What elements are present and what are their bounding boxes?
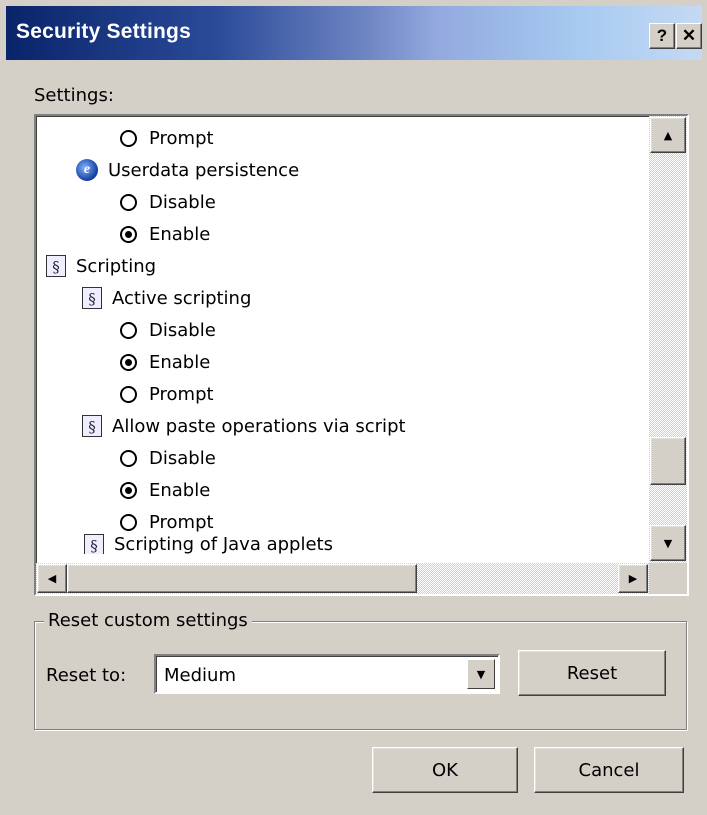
category-label: Scripting [76, 255, 157, 277]
reset-level-select[interactable]: Medium ▼ [154, 654, 500, 694]
script-icon: § [82, 415, 102, 437]
scroll-right-button[interactable]: ▶ [618, 564, 648, 593]
up-arrow-icon: ▲ [663, 128, 673, 142]
reset-to-label: Reset to: [46, 665, 127, 686]
radio-label: Enable [149, 223, 211, 245]
radio-label: Prompt [149, 511, 214, 533]
setting-item: § Scripting of Java applets [84, 534, 333, 554]
radio-icon [120, 193, 137, 211]
horizontal-scroll-thumb[interactable] [67, 564, 417, 593]
radio-option[interactable]: Enable [120, 347, 210, 377]
radio-label: Disable [149, 191, 216, 213]
setting-label: Allow paste operations via script [112, 415, 406, 437]
dropdown-button[interactable]: ▼ [467, 659, 495, 689]
radio-option[interactable]: Enable [120, 219, 210, 249]
radio-label: Prompt [149, 383, 214, 405]
setting-item: § Active scripting [82, 283, 251, 313]
scroll-up-button[interactable]: ▲ [650, 117, 686, 153]
radio-option[interactable]: Prompt [120, 123, 214, 153]
setting-label: Userdata persistence [108, 159, 300, 181]
radio-option[interactable]: Prompt [120, 379, 214, 409]
radio-label: Disable [149, 319, 216, 341]
select-value: Medium [164, 665, 236, 686]
scroll-down-button[interactable]: ▼ [650, 525, 686, 561]
radio-label: Disable [149, 447, 216, 469]
scroll-left-button[interactable]: ◀ [37, 564, 67, 593]
script-icon: § [46, 255, 66, 277]
reset-button[interactable]: Reset [518, 650, 666, 696]
ok-button[interactable]: OK [372, 747, 518, 793]
right-arrow-icon: ▶ [628, 572, 638, 585]
script-icon: § [84, 534, 104, 554]
radio-selected-icon [120, 353, 137, 371]
radio-option[interactable]: Disable [120, 315, 216, 345]
radio-option[interactable]: Enable [120, 475, 210, 505]
help-button[interactable]: ? [649, 23, 675, 49]
radio-label: Enable [149, 351, 211, 373]
script-icon: § [82, 287, 102, 309]
scroll-thumb[interactable] [650, 437, 686, 485]
radio-option[interactable]: Disable [120, 443, 216, 473]
setting-label: Scripting of Java applets [114, 534, 333, 554]
radio-option[interactable]: Prompt [120, 507, 214, 537]
window-title: Security Settings [16, 20, 191, 43]
radio-icon [120, 449, 137, 467]
vertical-scrollbar[interactable]: ▲ ▼ [649, 116, 687, 563]
category-item: § Scripting [46, 251, 156, 281]
settings-label: Settings: [34, 85, 114, 106]
radio-icon [120, 321, 137, 339]
chevron-down-icon: ▼ [476, 667, 486, 681]
radio-selected-icon [120, 481, 137, 499]
setting-item: e Userdata persistence [76, 155, 299, 185]
radio-icon [120, 513, 137, 531]
cancel-button[interactable]: Cancel [534, 747, 684, 793]
scrollbar-corner [649, 563, 687, 594]
setting-label: Active scripting [112, 287, 252, 309]
close-button[interactable]: ✕ [676, 23, 702, 49]
radio-icon [120, 385, 137, 403]
group-title: Reset custom settings [44, 610, 252, 631]
radio-label: Enable [149, 479, 211, 501]
radio-option[interactable]: Disable [120, 187, 216, 217]
radio-label: Prompt [149, 127, 214, 149]
title-bar[interactable]: Security Settings ? ✕ [6, 6, 702, 60]
radio-icon [120, 129, 137, 147]
horizontal-scrollbar[interactable]: ◀ ▶ [36, 563, 649, 594]
settings-list[interactable]: Prompt e Userdata persistence Disable En… [34, 114, 689, 596]
left-arrow-icon: ◀ [47, 572, 57, 585]
down-arrow-icon: ▼ [663, 536, 673, 550]
setting-item: § Allow paste operations via script [82, 411, 406, 441]
radio-selected-icon [120, 225, 137, 243]
ie-icon: e [76, 159, 98, 181]
